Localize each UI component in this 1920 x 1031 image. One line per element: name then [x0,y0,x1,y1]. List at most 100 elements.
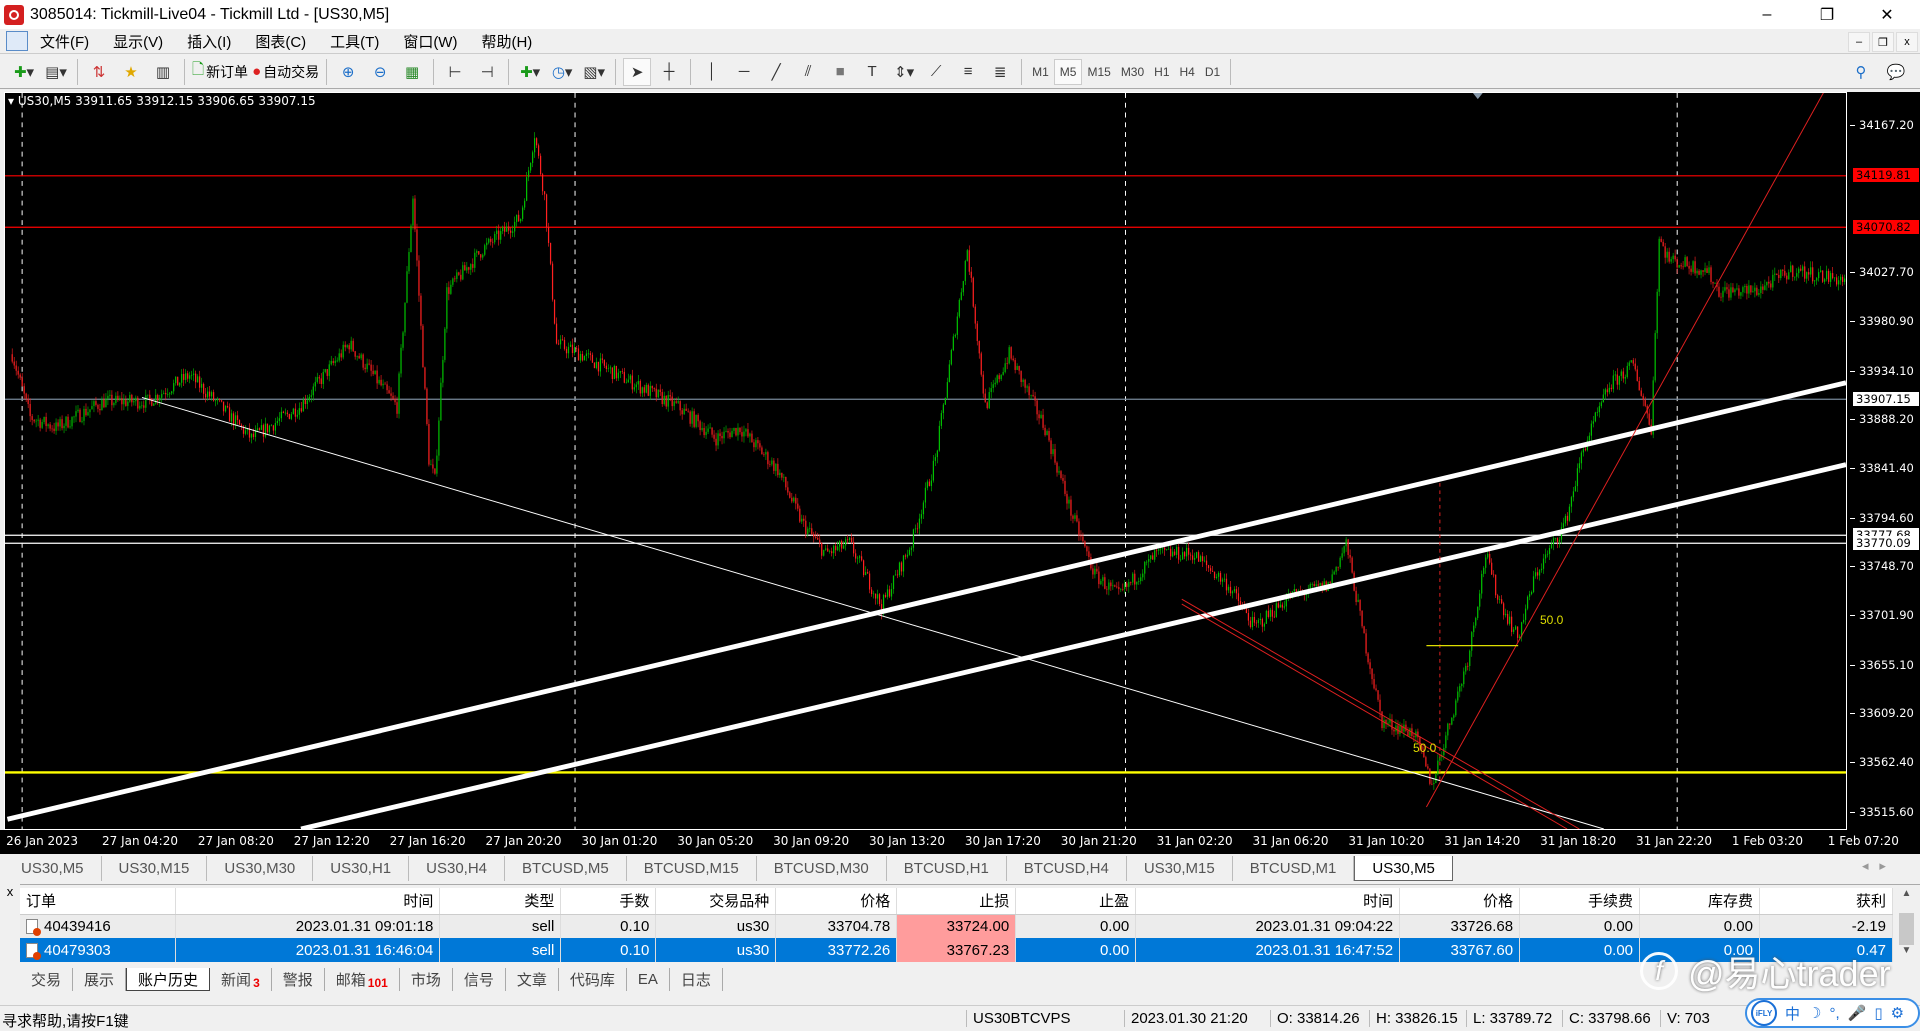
table-row[interactable]: 404793032023.01.31 16:46:04sell0.10us303… [20,938,1893,962]
menu-tools[interactable]: 工具(T) [318,31,391,52]
fibo-retracement-button[interactable]: ≣ [986,58,1014,86]
chart-shift-marker-icon[interactable] [1473,93,1483,99]
tile-windows-button[interactable]: ▦ [398,58,426,86]
chart-tab[interactable]: US30,M30 [207,856,313,881]
terminal-tab[interactable]: 新闻3 [210,968,272,991]
close-button[interactable]: ✕ [1864,0,1910,29]
price-axis[interactable]: 34167.2034027.7033980.9033934.1033888.20… [1847,92,1920,830]
chart-tab[interactable]: US30,M15 [1127,856,1233,881]
table-row[interactable]: 404394162023.01.31 09:01:18sell0.10us303… [20,914,1893,938]
search-button[interactable]: ⚲ [1847,58,1875,86]
new-chart-button[interactable]: ✚▾ [10,58,38,86]
terminal-tab[interactable]: 文章 [506,968,559,991]
chart-tab[interactable]: US30,M5 [1354,856,1453,881]
periods-button[interactable]: ◷▾ [548,58,576,86]
rectangle-button[interactable]: ■ [826,58,854,86]
keyboard-icon[interactable]: ▯ [1874,1004,1882,1022]
terminal-scrollbar[interactable]: ▲▼ [1893,888,1920,964]
zoom-out-button[interactable]: ⊖ [366,58,394,86]
autoscroll-button[interactable]: ⊣ [473,58,501,86]
market-watch-button[interactable]: ⇅ [85,58,113,86]
timeframe-h1[interactable]: H1 [1149,59,1174,85]
terminal-tab[interactable]: 交易 [20,968,73,991]
trendline-red[interactable] [1182,599,1580,829]
mdi-minimize-button[interactable]: – [1848,32,1870,52]
moon-icon[interactable]: ☽ [1808,1004,1821,1022]
terminal-tab[interactable]: EA [627,968,670,991]
chart-tab[interactable]: US30,H4 [409,856,505,881]
zoom-in-button[interactable]: ⊕ [334,58,362,86]
terminal-tab[interactable]: 警报 [272,968,325,991]
terminal-button[interactable]: ▥ [149,58,177,86]
menu-view[interactable]: 显示(V) [101,31,175,52]
profiles-button[interactable]: ▤▾ [42,58,70,86]
terminal-close-icon[interactable]: x [0,884,20,899]
navigator-button[interactable]: ★ [117,58,145,86]
column-header[interactable]: 价格 [776,888,897,914]
chart-tab[interactable]: US30,M5 [4,856,102,881]
terminal-tab[interactable]: 日志 [670,968,723,991]
chart-canvas[interactable] [5,93,1846,829]
timeframe-m30[interactable]: M30 [1116,59,1149,85]
column-header[interactable]: 类型 [440,888,561,914]
chart-tab[interactable]: BTCUSD,M1 [1233,856,1355,881]
cursor-button[interactable]: ➤ [623,58,651,86]
trendline-red[interactable] [1182,604,1567,829]
trendline-red[interactable] [1426,93,1824,807]
menu-charts[interactable]: 图表(C) [243,31,318,52]
column-header[interactable]: 交易品种 [656,888,776,914]
ime-toolbar[interactable]: iFLY 中 ☽ °, 🎤 ▯ ⚙ [1745,998,1920,1028]
crosshair-button[interactable]: ┼ [655,58,683,86]
indicators-button[interactable]: ✚▾ [516,58,544,86]
chart-tab[interactable]: BTCUSD,M15 [627,856,757,881]
text-button[interactable]: T [858,58,886,86]
chart-shift-button[interactable]: ⊢ [441,58,469,86]
column-header[interactable]: 时间 [176,888,440,914]
punctuation-icon[interactable]: °, [1829,1005,1839,1022]
timeframe-m1[interactable]: M1 [1027,59,1054,85]
new-order-button[interactable]: 🗋新订单 [192,58,248,86]
chart-tab[interactable]: BTCUSD,H1 [887,856,1007,881]
tab-scroll-arrows[interactable]: ◂ ▸ [1862,858,1886,874]
templates-button[interactable]: ▧▾ [580,58,608,86]
channel-line-lower[interactable] [301,465,1846,829]
menu-insert[interactable]: 插入(I) [175,31,243,52]
horizontal-line-button[interactable]: ─ [730,58,758,86]
restore-button[interactable]: ❐ [1804,0,1850,29]
channel-button[interactable]: ⫽ [794,58,822,86]
chart-tab[interactable]: US30,M15 [102,856,208,881]
time-axis[interactable]: 26 Jan 202327 Jan 04:2027 Jan 08:2027 Ja… [0,830,1920,854]
menu-window[interactable]: 窗口(W) [391,31,469,52]
column-header[interactable]: 库存费 [1640,888,1760,914]
settings-icon[interactable]: ⚙ [1891,1004,1904,1022]
column-header[interactable]: 获利 [1759,888,1892,914]
terminal-tab[interactable]: 展示 [73,968,126,991]
column-header[interactable]: 时间 [1136,888,1400,914]
trendline-button[interactable]: ╱ [762,58,790,86]
price-chart[interactable]: 50.0 50.0 [4,92,1847,830]
column-header[interactable]: 手续费 [1520,888,1640,914]
terminal-tab[interactable]: 市场 [400,968,453,991]
fibo-fan-button[interactable]: ≡ [954,58,982,86]
arrows-button[interactable]: ⇕▾ [890,58,918,86]
ifly-logo-icon[interactable]: iFLY [1751,1000,1777,1026]
timeframe-d1[interactable]: D1 [1200,59,1225,85]
column-header[interactable]: 止盈 [1016,888,1136,914]
mdi-restore-button[interactable]: ❐ [1872,32,1894,52]
chat-button[interactable]: 💬 [1882,58,1910,86]
microphone-icon[interactable]: 🎤 [1848,1004,1867,1022]
menu-help[interactable]: 帮助(H) [469,31,544,52]
status-profile[interactable]: US30BTCVPS [966,1010,1071,1027]
minimize-button[interactable]: – [1744,0,1790,29]
chart-tab[interactable]: BTCUSD,H4 [1007,856,1127,881]
channel-line-upper[interactable] [7,383,1846,819]
gann-button[interactable]: ⟋ [922,58,950,86]
terminal-tab[interactable]: 邮箱101 [325,968,400,991]
chart-tab[interactable]: BTCUSD,M5 [505,856,627,881]
chart-tab[interactable]: BTCUSD,M30 [757,856,887,881]
column-header[interactable]: 订单 [20,888,176,914]
timeframe-h4[interactable]: H4 [1175,59,1200,85]
chart-tab[interactable]: US30,H1 [313,856,409,881]
column-header[interactable]: 手数 [561,888,656,914]
mdi-close-button[interactable]: x [1896,32,1918,52]
